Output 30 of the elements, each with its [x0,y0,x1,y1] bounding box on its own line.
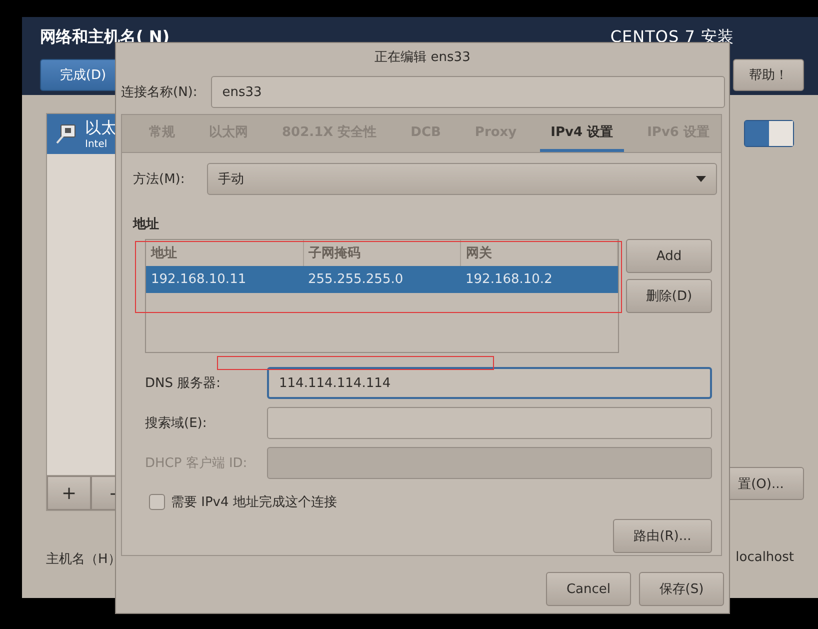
address-row[interactable]: 192.168.10.11 255.255.255.0 192.168.10.2 [146,266,618,293]
hostname-label: 主机名（H） [46,551,121,568]
add-device-button[interactable]: + [47,476,91,510]
caret-icon [696,176,706,182]
field-label: 搜索域(E): [145,415,208,432]
method-dropdown[interactable]: 手动 [206,163,717,195]
connection-name-field[interactable]: ens33 [211,76,725,108]
network-cable-icon [55,123,77,145]
add-button[interactable]: Add [626,239,712,273]
device-detail: Intel [85,139,108,150]
table-cell: 192.168.10.2 [460,266,618,293]
delete-button[interactable]: 删除(D) [626,279,712,313]
save-button[interactable]: 保存(S) [639,572,724,606]
input-field[interactable] [267,407,712,439]
help-button[interactable]: 帮助！ [733,58,804,90]
device-name: 以太 [85,118,117,139]
method-label: 方法(M): [133,171,185,188]
field-label: DHCP 客户端 ID: [145,455,248,472]
table-cell: 192.168.10.11 [146,266,304,293]
routes-button[interactable]: 路由(R)... [613,519,712,553]
table-cell: 255.255.255.0 [303,266,460,293]
dialog-title: 正在编辑 ens33 [374,49,472,67]
section-heading: 地址 [133,216,160,233]
checkbox[interactable] [149,494,165,510]
cancel-button[interactable]: Cancel [546,572,631,606]
field-label: DNS 服务器: [145,375,222,392]
input-field[interactable]: 114.114.114.114 [267,367,712,399]
device-toggle[interactable] [744,120,794,147]
checkbox-label: 需要 IPv4 地址完成这个连接 [171,494,337,511]
hostname-value: localhost [736,550,794,567]
